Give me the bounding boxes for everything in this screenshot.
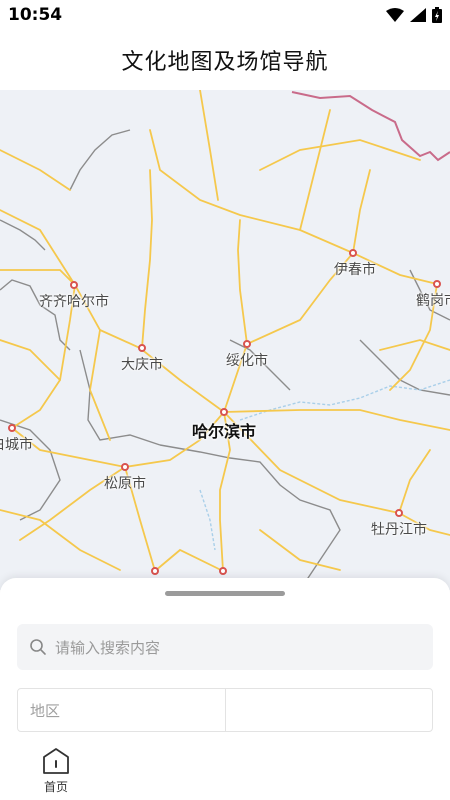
city-label-daqing[interactable]: 大庆市 xyxy=(121,354,163,374)
search-input[interactable]: 请输入搜索内容 xyxy=(17,624,433,670)
city-marker-unlabeled-2[interactable] xyxy=(219,567,227,575)
city-marker-unlabeled-1[interactable] xyxy=(151,567,159,575)
national-border xyxy=(291,91,450,162)
city-marker-harbin[interactable] xyxy=(220,408,228,416)
city-label-qiqihar[interactable]: 齐齐哈尔市 xyxy=(39,291,109,311)
city-label-harbin[interactable]: 哈尔滨市 xyxy=(192,418,256,442)
city-label-hegang[interactable]: 鹤岗市 xyxy=(416,290,450,310)
city-marker-mudanjiang[interactable] xyxy=(395,509,403,517)
city-marker-songyuan[interactable] xyxy=(121,463,129,471)
region-filter[interactable]: 地区 xyxy=(18,689,225,731)
city-marker-yichun[interactable] xyxy=(349,249,357,257)
city-label-baicheng[interactable]: 白城市 xyxy=(0,434,33,454)
map-base-layer xyxy=(0,90,450,590)
city-marker-baicheng[interactable] xyxy=(8,424,16,432)
search-icon xyxy=(30,639,46,655)
drag-handle[interactable] xyxy=(165,591,285,596)
city-marker-hegang[interactable] xyxy=(433,280,441,288)
search-placeholder: 请输入搜索内容 xyxy=(55,638,161,657)
status-time: 10:54 xyxy=(8,5,63,25)
filter-row: 地区 xyxy=(17,688,433,732)
tab-bar: 首页 xyxy=(0,740,450,800)
battery-icon xyxy=(432,7,442,23)
city-marker-daqing[interactable] xyxy=(138,344,146,352)
roads xyxy=(0,90,450,572)
city-marker-qiqihar[interactable] xyxy=(70,281,78,289)
app-header: 文化地图及场馆导航 xyxy=(0,30,450,90)
tab-home-label: 首页 xyxy=(43,780,68,794)
city-label-yichun[interactable]: 伊春市 xyxy=(334,259,376,279)
tab-home[interactable]: 首页 xyxy=(26,746,86,800)
signal-icon xyxy=(410,8,426,22)
map-view[interactable]: 齐齐哈尔市 大庆市 绥化市 伊春市 鹤岗市 哈尔滨市 松原市 白城市 牡丹江市 xyxy=(0,90,450,590)
city-label-suihua[interactable]: 绥化市 xyxy=(226,350,268,370)
wifi-icon xyxy=(386,8,404,22)
home-icon xyxy=(43,748,69,774)
page-title: 文化地图及场馆导航 xyxy=(121,50,329,75)
status-icons xyxy=(386,7,442,23)
city-marker-suihua[interactable] xyxy=(243,340,251,348)
city-label-mudanjiang[interactable]: 牡丹江市 xyxy=(371,519,427,539)
status-bar: 10:54 xyxy=(0,0,450,30)
category-filter[interactable] xyxy=(224,689,433,731)
city-label-songyuan[interactable]: 松原市 xyxy=(104,473,146,493)
